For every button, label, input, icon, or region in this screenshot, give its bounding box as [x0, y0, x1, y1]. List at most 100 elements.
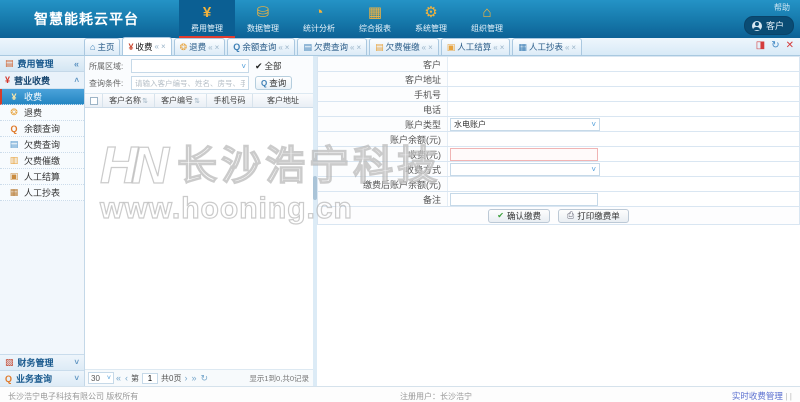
database-icon: ⛁: [257, 5, 270, 21]
tab-close-icon[interactable]: ×: [161, 42, 166, 51]
form-row-phone: 电话: [318, 102, 799, 117]
all-checkbox[interactable]: ✔ 全部: [255, 60, 282, 72]
tab-close-icon[interactable]: ×: [428, 43, 433, 52]
tab-charge[interactable]: ¥ 收费 « ×: [122, 37, 171, 55]
page-size-select[interactable]: 30 ˅: [88, 372, 114, 384]
user-menu[interactable]: 客户: [744, 16, 794, 35]
nav-item-fee-management[interactable]: ¥ 费用管理: [179, 0, 235, 38]
tab-menu-icon[interactable]: «: [278, 43, 282, 52]
tab-home[interactable]: ⌂ 主页: [84, 38, 120, 55]
first-page-button[interactable]: «: [116, 373, 121, 383]
search-button[interactable]: Q 查询: [255, 76, 292, 90]
sidebar: ▤ 费用管理 « ¥ 营业收费 ˄ ¥ 收费 ❂ 退费 Q 余额查询: [0, 56, 85, 386]
sidebar-item-arrears-query[interactable]: ▤ 欠费查询: [0, 137, 84, 153]
confirm-payment-button[interactable]: ✔ 确认缴费: [488, 209, 550, 223]
tab-menu-icon[interactable]: «: [493, 43, 497, 52]
customer-table-body: [85, 108, 313, 374]
sidebar-item-manual-meter-reading[interactable]: ▦ 人工抄表: [0, 185, 84, 201]
nav-item-statistics[interactable]: ◔ 统计分析: [291, 0, 347, 38]
form-row-customer: 客户: [318, 57, 799, 72]
sidebar-bottom-sections: ▧ 财务管理 ˅ Q 业务查询 ˅: [0, 354, 84, 386]
page-prefix: 第: [131, 373, 139, 384]
nav-item-reports[interactable]: ▦ 综合报表: [347, 0, 403, 38]
settlement-icon: ▣: [447, 42, 456, 53]
nav-item-organization[interactable]: ⌂ 组织管理: [459, 0, 515, 38]
tab-manual-settlement[interactable]: ▣ 人工结算 « ×: [441, 38, 511, 55]
home-icon: ⌂: [482, 5, 491, 21]
column-header-customer-id[interactable]: 客户编号⇅: [155, 94, 207, 107]
help-link[interactable]: 帮助: [744, 2, 790, 13]
tab-arrears-collection[interactable]: ▤ 欠费催缴 « ×: [369, 38, 439, 55]
sidebar-item-manual-settlement[interactable]: ▣ 人工结算: [0, 169, 84, 185]
tab-balance-query[interactable]: Q 余额查询 « ×: [227, 38, 295, 55]
pie-chart-icon: ◔: [314, 5, 323, 21]
column-header-mobile[interactable]: 手机号码: [207, 94, 253, 107]
sidebar-item-refund[interactable]: ❂ 退费: [0, 105, 84, 121]
nav-item-data-management[interactable]: ⛁ 数据管理: [235, 0, 291, 38]
tab-menu-icon[interactable]: «: [565, 43, 569, 52]
printer-icon: ⎙: [567, 210, 574, 221]
payment-method-select[interactable]: ˅: [450, 163, 600, 176]
settlement-icon: ▣: [8, 171, 20, 182]
search-icon: Q: [233, 42, 240, 52]
fullscreen-icon[interactable]: ◨: [756, 41, 765, 51]
filter-area: 所属区域: ˅ ✔ 全部 查询条件: Q 查询: [85, 56, 313, 94]
sidebar-section-business-charging[interactable]: ¥ 营业收费 ˄: [0, 72, 84, 89]
page-number-input[interactable]: [142, 373, 158, 384]
tab-refund[interactable]: ❂ 退费 « ×: [174, 38, 226, 55]
sidebar-header-fee-management[interactable]: ▤ 费用管理 «: [0, 56, 84, 72]
refresh-icon[interactable]: ↻: [200, 373, 208, 384]
tab-close-icon[interactable]: ×: [500, 43, 505, 52]
customer-list-panel: 所属区域: ˅ ✔ 全部 查询条件: Q 查询: [85, 56, 313, 386]
tab-close-icon[interactable]: ×: [571, 43, 576, 52]
collapse-icon[interactable]: «: [74, 59, 79, 69]
tab-menu-icon[interactable]: «: [422, 43, 426, 52]
last-page-button[interactable]: »: [191, 373, 196, 383]
charge-amount-input[interactable]: [450, 148, 598, 161]
print-receipt-button[interactable]: ⎙ 打印缴费单: [558, 209, 629, 223]
tab-arrears-query[interactable]: ▤ 欠费查询 « ×: [297, 38, 367, 55]
tab-manual-meter-reading[interactable]: ▦ 人工抄表 « ×: [512, 38, 582, 55]
tab-menu-icon[interactable]: «: [208, 43, 212, 52]
next-page-button[interactable]: ›: [184, 373, 187, 383]
footer-link[interactable]: 实时收费管理: [732, 391, 783, 401]
user-icon: [752, 21, 762, 31]
tab-close-icon[interactable]: ×: [215, 43, 220, 52]
select-all-checkbox[interactable]: [85, 94, 103, 107]
query-input[interactable]: [131, 76, 249, 90]
form-row-account-type: 账户类型 水电账户 ˅: [318, 117, 799, 132]
checkbox-icon: [90, 97, 98, 105]
region-select[interactable]: ˅: [131, 59, 249, 73]
tab-menu-icon[interactable]: «: [350, 43, 354, 52]
chevron-up-icon: ˄: [74, 76, 79, 85]
prev-page-button[interactable]: ‹: [125, 373, 128, 383]
pagination-bar: 30 ˅ « ‹ 第 共0页 › » ↻ 显示1到0,共0记录: [85, 369, 313, 386]
tab-close-icon[interactable]: ×: [356, 43, 361, 52]
column-header-address[interactable]: 客户地址: [253, 94, 313, 107]
region-label: 所属区域:: [89, 61, 131, 72]
yen-icon: ¥: [8, 92, 20, 102]
query-label: 查询条件:: [89, 78, 131, 89]
top-navbar: 智慧能耗云平台 ¥ 费用管理 ⛁ 数据管理 ◔ 统计分析 ▦ 综合报表 ⚙ 系统…: [0, 0, 800, 38]
sidebar-section-finance-management[interactable]: ▧ 财务管理 ˅: [0, 354, 84, 370]
nav-item-system[interactable]: ⚙ 系统管理: [403, 0, 459, 38]
refund-icon: ❂: [8, 107, 20, 118]
chevron-down-icon: ˅: [591, 165, 596, 174]
tab-menu-icon[interactable]: «: [154, 42, 158, 51]
tab-close-icon[interactable]: ×: [285, 43, 290, 52]
close-all-icon[interactable]: ✕: [786, 41, 794, 51]
meter-icon: ▦: [518, 42, 527, 53]
sidebar-item-charge[interactable]: ¥ 收费: [0, 89, 84, 105]
column-header-customer-name[interactable]: 客户名称⇅: [103, 94, 155, 107]
sidebar-section-business-query[interactable]: Q 业务查询 ˅: [0, 370, 84, 386]
card-icon: ▤: [8, 139, 20, 150]
sort-icon: ⇅: [142, 97, 148, 105]
sidebar-item-balance-query[interactable]: Q 余额查询: [0, 121, 84, 137]
sidebar-item-arrears-collection[interactable]: ▥ 欠费催缴: [0, 153, 84, 169]
refresh-icon[interactable]: ↻: [771, 41, 779, 51]
account-type-select[interactable]: 水电账户 ˅: [450, 118, 600, 131]
form-row-remark: 备注: [318, 192, 799, 207]
remark-input[interactable]: [450, 193, 598, 206]
pagination-summary: 显示1到0,共0记录: [249, 373, 309, 384]
sort-icon: ⇅: [194, 97, 200, 105]
